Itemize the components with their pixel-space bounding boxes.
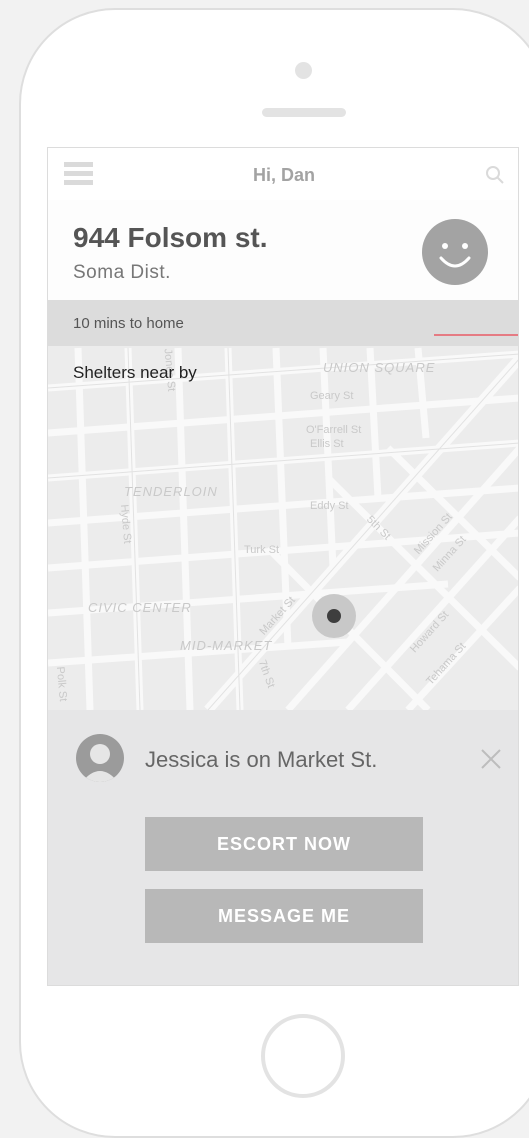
map-label: Geary St	[310, 390, 354, 402]
escort-now-button[interactable]: ESCORT NOW	[145, 817, 423, 871]
close-icon[interactable]	[479, 747, 503, 771]
user-avatar-icon	[82, 744, 118, 782]
current-address: 944 Folsom st.	[73, 222, 268, 253]
map-label: UNION SQUARE	[323, 360, 436, 375]
map-label: Ellis St	[310, 438, 344, 450]
map-label: Eddy St	[310, 500, 349, 512]
eta-text: 10 mins to home	[73, 315, 184, 332]
app-screen: UNION SQUARE Geary St O'Farrell St Ellis…	[47, 147, 519, 986]
map-label: MID-MARKET	[180, 638, 273, 653]
home-button[interactable]	[261, 1014, 345, 1098]
speaker-grille	[262, 108, 346, 117]
eta-bar: 10 mins to home	[48, 300, 518, 346]
map-label: TENDERLOIN	[124, 484, 218, 499]
current-district: Soma Dist.	[73, 262, 171, 283]
message-me-button[interactable]: MESSAGE ME	[145, 889, 423, 943]
top-bar: Hi, Dan	[48, 148, 518, 200]
avatar	[76, 734, 124, 782]
current-location-marker[interactable]	[312, 594, 356, 638]
escort-card: Jessica is on Market St. ESCORT NOW MESS…	[48, 710, 518, 985]
search-icon[interactable]	[484, 164, 506, 186]
map-label: O'Farrell St	[306, 424, 362, 436]
camera-dot	[295, 62, 312, 79]
map-label: Turk St	[244, 544, 280, 556]
greeting-title: Hi, Dan	[252, 165, 315, 185]
shelters-nearby-label[interactable]: Shelters near by	[73, 363, 197, 383]
map-label: CIVIC CENTER	[88, 600, 192, 615]
smiley-face-icon[interactable]	[421, 218, 489, 286]
contact-status-text: Jessica is on Market St.	[145, 747, 378, 772]
address-panel: 944 Folsom st. Soma Dist.	[48, 200, 518, 300]
eta-progress-line	[434, 334, 518, 336]
